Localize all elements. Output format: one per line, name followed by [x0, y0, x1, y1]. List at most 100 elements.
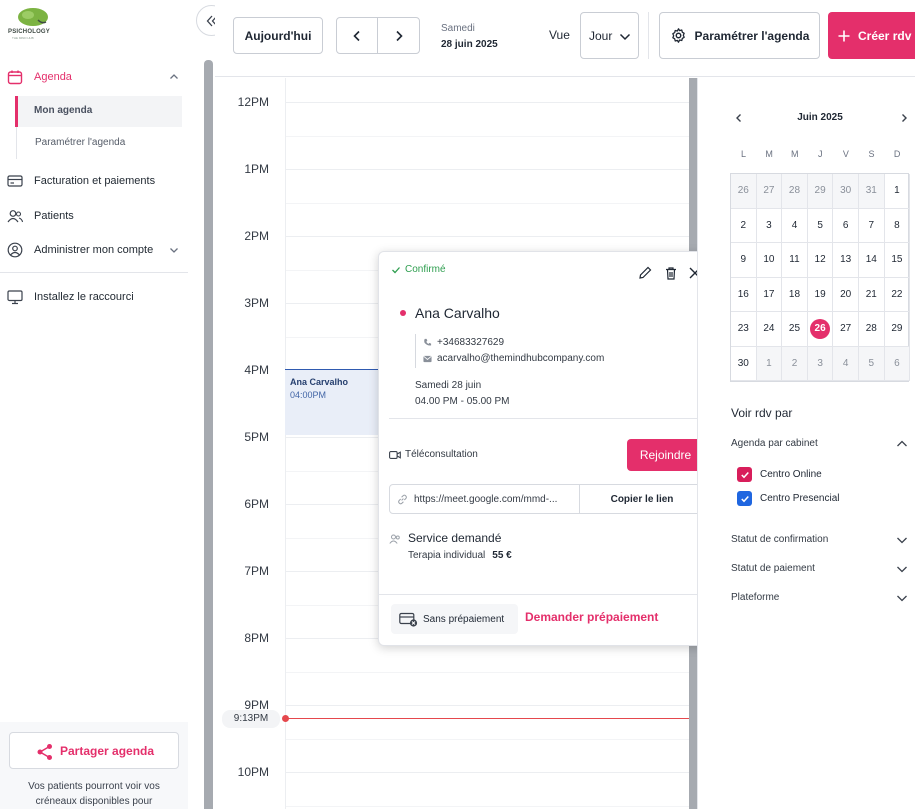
mini-calendar-day[interactable]: 27	[756, 174, 783, 209]
mini-calendar-day[interactable]: 30	[833, 174, 859, 209]
sidebar-item-agenda[interactable]: Agenda	[0, 68, 188, 86]
chevron-right-icon	[395, 30, 403, 41]
chevron-left-icon	[353, 30, 360, 41]
mini-calendar-day[interactable]: 5	[859, 346, 885, 381]
sidebar-subitem-parametrer[interactable]: Paramétrer l'agenda	[35, 137, 125, 148]
mini-calendar-day[interactable]: 23	[731, 312, 757, 347]
day-number: 21	[865, 288, 877, 300]
sidebar-item-facturation[interactable]: Facturation et paiements	[0, 172, 188, 190]
mini-calendar-day[interactable]: 17	[756, 277, 783, 312]
monitor-icon	[7, 290, 23, 305]
submenu-line	[16, 127, 17, 159]
filter-option-online[interactable]: Centro Online	[737, 467, 822, 482]
sidebar-item-raccourci[interactable]: Installez le raccourci	[0, 288, 188, 306]
day-number: 22	[891, 288, 903, 300]
mini-calendar-day[interactable]: 30	[731, 346, 757, 381]
mini-calendar-day[interactable]: 11	[782, 243, 808, 278]
mini-calendar-day[interactable]: 14	[859, 243, 885, 278]
mini-calendar-day[interactable]: 29	[884, 312, 911, 347]
previous-day-button[interactable]	[336, 17, 378, 54]
filter-plateforme[interactable]: Plateforme	[731, 592, 909, 603]
day-number: 18	[788, 288, 801, 300]
mini-calendar-day[interactable]: 20	[833, 277, 859, 312]
checkbox-checked[interactable]	[737, 491, 752, 506]
filter-cabinet[interactable]: Agenda par cabinet	[731, 438, 909, 449]
day-number: 27	[840, 323, 852, 334]
mini-calendar-day[interactable]: 1	[756, 346, 783, 381]
mini-calendar-day[interactable]: 3	[807, 346, 834, 381]
mini-calendar-day[interactable]: 29	[807, 174, 834, 209]
trash-icon[interactable]	[664, 266, 678, 280]
sidebar-subitem-mon-agenda[interactable]: Mon agenda	[15, 96, 182, 127]
filter-confirmation[interactable]: Statut de confirmation	[731, 534, 909, 545]
chevron-up-icon	[170, 74, 178, 79]
mini-calendar-day[interactable]: 19	[807, 277, 834, 312]
mini-calendar-day[interactable]: 12	[807, 243, 834, 278]
mini-calendar-day-today[interactable]: 26	[807, 312, 834, 347]
mini-calendar-day[interactable]: 25	[782, 312, 808, 347]
copy-link-button[interactable]: Copier le lien	[580, 494, 704, 505]
create-appointment-button[interactable]: Créer rdv	[828, 12, 915, 59]
mini-calendar-day[interactable]: 28	[782, 174, 808, 209]
next-day-button[interactable]	[377, 17, 420, 54]
mini-calendar-day[interactable]: 26	[731, 174, 757, 209]
users-icon	[7, 210, 23, 223]
filter-option-presencial[interactable]: Centro Presencial	[737, 491, 839, 506]
mini-calendar-day[interactable]: 16	[731, 277, 757, 312]
mini-calendar-day[interactable]: 8	[884, 208, 911, 243]
weekday-header: L	[740, 149, 746, 159]
mini-calendar-day[interactable]: 22	[884, 277, 911, 312]
mini-calendar-day[interactable]: 7	[859, 208, 885, 243]
mini-calendar-day[interactable]: 2	[782, 346, 808, 381]
mini-calendar-day[interactable]: 1	[884, 174, 911, 209]
mini-calendar-day[interactable]: 28	[859, 312, 885, 347]
today-button[interactable]: Aujourd'hui	[233, 17, 323, 54]
pencil-icon[interactable]	[638, 266, 652, 280]
half-hour-gridline	[286, 136, 691, 137]
event-patient-name: Ana Carvalho	[290, 377, 349, 387]
mini-calendar-day[interactable]: 21	[859, 277, 885, 312]
chevron-right-icon[interactable]	[899, 113, 909, 123]
mini-calendar-day[interactable]: 18	[782, 277, 808, 312]
hour-label: 4PM	[244, 363, 269, 377]
sidebar-item-administrer[interactable]: Administrer mon compte	[0, 241, 188, 259]
request-prepayment-link[interactable]: Demander prépaiement	[525, 610, 658, 624]
toolbar: Aujourd'hui Samedi 28 juin 2025 Vue Jour…	[215, 0, 915, 77]
mini-calendar-day[interactable]: 4	[782, 208, 808, 243]
day-number: 4	[791, 219, 798, 231]
mini-calendar-day[interactable]: 15	[884, 243, 911, 278]
filter-paiement[interactable]: Statut de paiement	[731, 563, 909, 574]
share-agenda-button[interactable]: Partager agenda	[9, 732, 179, 769]
logo[interactable]: PSICHOLOGY THE MIND HUB	[8, 6, 56, 40]
day-number: 12	[814, 254, 826, 265]
view-select-value: Jour	[589, 29, 613, 43]
mini-calendar-day[interactable]: 2	[731, 208, 757, 243]
mini-calendar-day[interactable]: 24	[756, 312, 783, 347]
mini-calendar-day[interactable]: 31	[859, 174, 885, 209]
weekday-header: M	[790, 149, 799, 159]
mini-calendar-day[interactable]: 10	[756, 243, 783, 278]
view-select[interactable]: Jour	[580, 12, 639, 59]
settings-agenda-button[interactable]: Paramétrer l'agenda	[659, 12, 820, 59]
chevron-down-icon	[897, 595, 907, 602]
chevron-left-icon[interactable]	[734, 113, 744, 123]
mini-calendar-day[interactable]: 6	[884, 346, 911, 381]
sidebar-item-patients[interactable]: Patients	[0, 207, 188, 225]
checkbox-checked[interactable]	[737, 467, 752, 482]
mini-calendar-day[interactable]: 9	[731, 243, 757, 278]
filter-option-label: Centro Online	[760, 469, 822, 480]
mini-calendar-day[interactable]: 4	[833, 346, 859, 381]
mini-calendar-day[interactable]: 27	[833, 312, 859, 347]
join-button[interactable]: Rejoindre	[627, 439, 704, 471]
mini-calendar-day[interactable]: 3	[756, 208, 783, 243]
mini-calendar-day[interactable]: 6	[833, 208, 859, 243]
check-icon	[740, 471, 749, 478]
meeting-link[interactable]: https://meet.google.com/mmd-...	[414, 494, 557, 505]
mini-calendar-day[interactable]: 13	[833, 243, 859, 278]
day-number: 30	[737, 357, 749, 369]
mini-calendar-day[interactable]: 5	[807, 208, 834, 243]
appointment-event[interactable]: Ana Carvalho 04:00PM	[285, 369, 379, 435]
prepayment-status: Sans prépaiement	[391, 604, 518, 634]
sidebar-scrollbar[interactable]	[204, 60, 213, 809]
day-number: 24	[763, 323, 775, 334]
